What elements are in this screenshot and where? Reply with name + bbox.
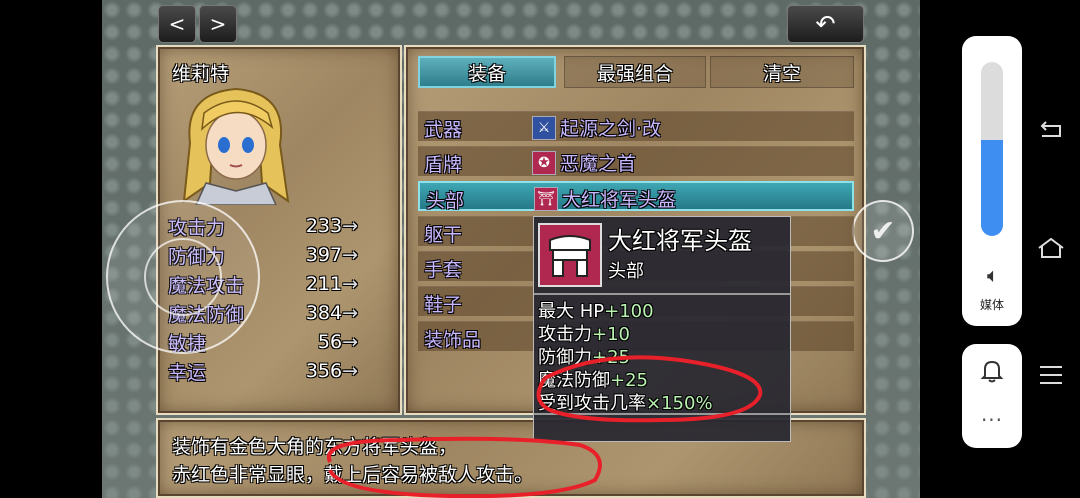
- slot-item: ⚔ 起源之剑·改: [532, 114, 661, 141]
- slot-item: ✪ 恶魔之首: [532, 149, 636, 176]
- item-name: 大红将军头盔: [608, 227, 752, 255]
- stat-arrow: →: [342, 215, 358, 237]
- stat-arrow: →: [342, 273, 358, 295]
- effect-value: +100: [604, 301, 654, 322]
- effect-row: 受到攻击几率×150%: [538, 389, 713, 415]
- menu-nav-icon[interactable]: [1038, 364, 1064, 386]
- demon-shield-icon: ✪: [532, 150, 556, 175]
- bell-icon[interactable]: [979, 358, 1005, 384]
- slot-label: 头部: [426, 190, 465, 212]
- character-portrait: [182, 87, 290, 205]
- helmet-icon: ⛩: [534, 186, 558, 211]
- stat-value: 397: [305, 244, 343, 266]
- back-nav-icon[interactable]: [1038, 118, 1064, 140]
- stat-arrow: →: [342, 244, 358, 266]
- stat-row: 幸运 356→: [168, 357, 358, 385]
- slot-label: 装饰品: [424, 329, 482, 351]
- item-detail-popup: 大红将军头盔 头部 最大 HP+100 攻击力+10 防御力+25 魔法防御+25 受到…: [533, 216, 791, 442]
- stat-arrow: →: [342, 302, 358, 324]
- slot-label: 武器: [424, 119, 463, 141]
- character-name: 维莉特: [172, 63, 230, 85]
- stat-value: 356: [305, 360, 343, 382]
- slot-label: 手套: [424, 259, 463, 281]
- screen: < > ↶ 维莉特 攻击力 233→ 防御力 397→ 魔法攻击 211→ 魔法防御 …: [0, 0, 1080, 498]
- home-nav-icon[interactable]: [1036, 236, 1066, 260]
- equip-slot[interactable]: 头部 ⛩ 大红将军头盔: [418, 181, 854, 212]
- stat-value: 56: [317, 331, 343, 353]
- check-icon: ✔: [870, 213, 896, 249]
- slot-item-name: 大红将军头盔: [562, 189, 677, 211]
- volume-panel: 🔈︎ 媒体: [962, 36, 1022, 326]
- equip-slot[interactable]: 盾牌 ✪ 恶魔之首: [418, 146, 854, 176]
- confirm-button[interactable]: ✔: [852, 200, 914, 262]
- item-icon-large: [538, 223, 602, 287]
- back-button[interactable]: ↶: [787, 5, 864, 43]
- tab-clear[interactable]: 清空: [710, 56, 854, 88]
- description-line-2: 赤红色非常显眼，戴上后容易被敌人攻击。: [172, 464, 534, 486]
- speaker-icon[interactable]: 🔈︎: [980, 264, 1006, 286]
- media-label: 媒体: [979, 298, 1004, 312]
- stat-arrow: →: [342, 360, 358, 382]
- more-icon[interactable]: ···: [978, 408, 1006, 432]
- effect-value: +10: [592, 324, 630, 345]
- equip-slot[interactable]: 武器 ⚔ 起源之剑·改: [418, 111, 854, 141]
- effect-label: 防御力: [538, 347, 592, 368]
- stat-value: 384: [305, 302, 343, 324]
- helmet-icon: [549, 235, 591, 277]
- effect-label: 攻击力: [538, 324, 592, 345]
- item-type: 头部: [608, 261, 644, 282]
- slot-label: 躯干: [424, 224, 463, 246]
- effect-label: 最大 HP: [538, 301, 605, 322]
- description-line-1: 装饰有金色大角的东方将军头盔，: [172, 436, 458, 458]
- stat-label: 幸运: [168, 361, 207, 384]
- next-character-button[interactable]: >: [199, 5, 237, 43]
- slot-label: 盾牌: [424, 154, 463, 176]
- tab-optimize[interactable]: 最强组合: [564, 56, 706, 88]
- slot-item-name: 起源之剑·改: [560, 118, 662, 140]
- sword-icon: ⚔: [532, 115, 556, 140]
- effect-value: +25: [610, 370, 648, 391]
- effect-value: +25: [592, 347, 630, 368]
- volume-slider-fill: [981, 140, 1003, 236]
- effect-label: 受到攻击几率: [538, 393, 646, 414]
- slot-label: 鞋子: [424, 294, 463, 316]
- tab-equip[interactable]: 装备: [418, 56, 556, 88]
- slot-item: ⛩ 大红将军头盔: [534, 185, 676, 212]
- notification-panel: ···: [962, 344, 1022, 448]
- slot-item-name: 恶魔之首: [560, 153, 637, 175]
- stat-value: 211: [305, 273, 343, 295]
- divider: [534, 293, 790, 295]
- divider: [534, 413, 790, 415]
- prev-character-button[interactable]: <: [158, 5, 196, 43]
- stat-arrow: →: [342, 331, 358, 353]
- stat-value: 233: [305, 215, 343, 237]
- volume-slider[interactable]: [981, 62, 1003, 236]
- effect-label: 魔法防御: [538, 370, 610, 391]
- virtual-joystick-knob[interactable]: [144, 238, 222, 316]
- effect-value: ×150%: [646, 393, 713, 414]
